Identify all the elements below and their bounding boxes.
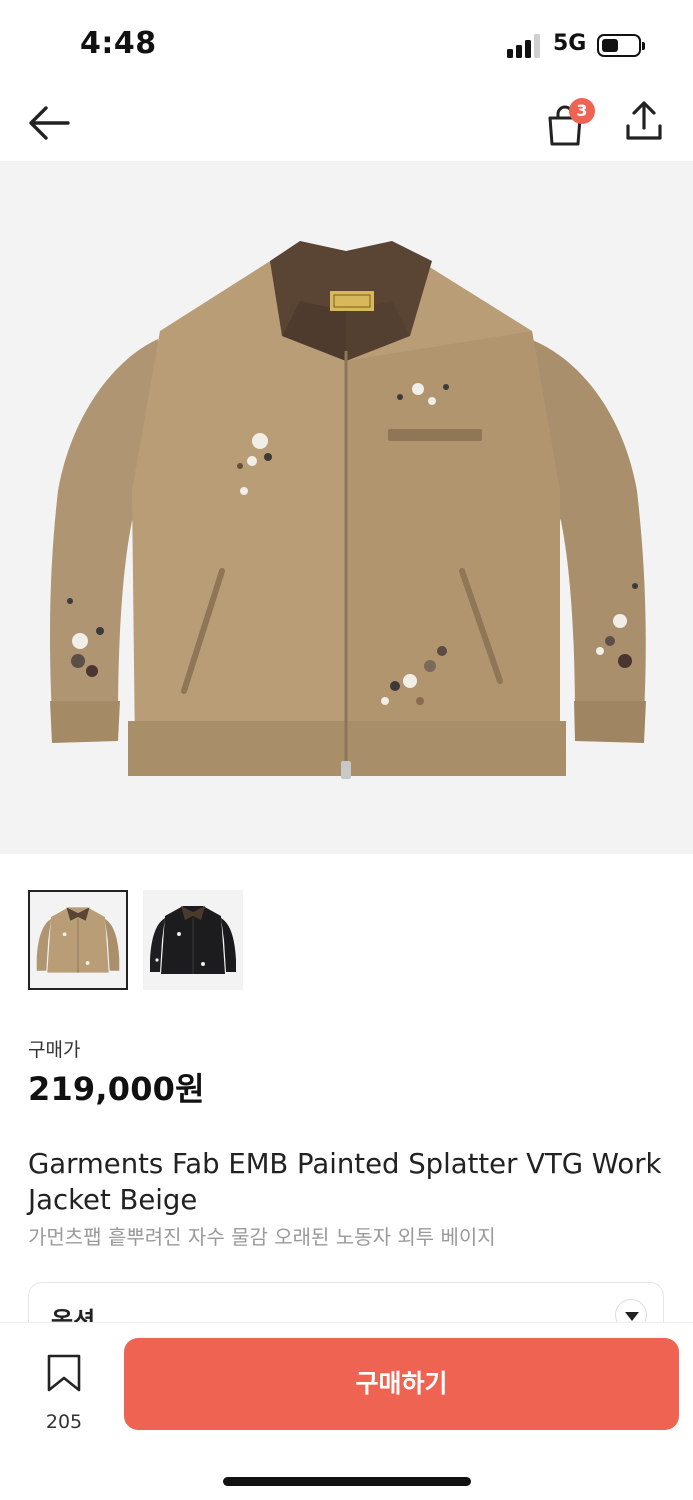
status-time: 4:48: [80, 26, 157, 61]
thumbnail-beige[interactable]: [28, 890, 128, 990]
status-bar: 4:48 5G: [0, 0, 693, 88]
cart-button[interactable]: 3: [543, 98, 595, 146]
bookmark-count: 205: [45, 1411, 83, 1433]
share-upload-icon: [626, 101, 662, 140]
product-detail-page: 4:48 5G 3 구매가 219,000원 Garments Fab EMB …: [0, 0, 693, 1500]
price-label: 구매가: [28, 1039, 81, 1061]
network-type: 5G: [553, 31, 587, 56]
jacket-beige-thumb: [36, 907, 120, 973]
product-price: 219,000원: [28, 1070, 205, 1108]
cellular-signal-icon: [507, 34, 543, 58]
thumbnail-black[interactable]: [143, 890, 243, 990]
bookmark-icon: [47, 1354, 81, 1392]
cart-count-badge: 3: [569, 98, 595, 124]
product-title: Garments Fab EMB Painted Splatter VTG Wo…: [28, 1148, 662, 1216]
bottom-action-bar: 205 구매하기: [0, 1322, 693, 1500]
product-title-korean: 가먼츠팹 흩뿌려진 자수 물감 오래된 노동자 외투 베이지: [28, 1225, 496, 1249]
product-main-image[interactable]: [0, 161, 693, 854]
arrow-left-icon: [29, 106, 70, 140]
battery-icon: [597, 34, 645, 57]
jacket-black-thumb: [150, 906, 236, 974]
buy-button[interactable]: 구매하기: [124, 1338, 679, 1430]
battery-level: [602, 39, 618, 52]
home-indicator: [223, 1477, 471, 1486]
share-button[interactable]: [622, 98, 666, 146]
bookmark-button[interactable]: 205: [28, 1345, 100, 1433]
jacket-image: [50, 241, 646, 779]
top-nav-bar: 3: [0, 88, 693, 160]
back-button[interactable]: [26, 102, 72, 144]
